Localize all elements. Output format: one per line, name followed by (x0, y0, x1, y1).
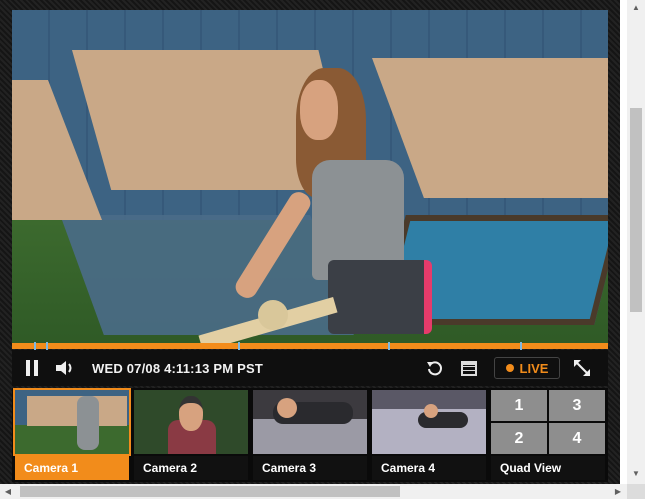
pause-icon (26, 360, 30, 376)
quad-view-tile[interactable]: 1 3 2 4 Quad View (488, 388, 605, 482)
scroll-up-icon[interactable]: ▲ (627, 0, 645, 16)
live-label: LIVE (519, 360, 549, 376)
person-shorts (328, 260, 432, 334)
progress-bar[interactable] (12, 342, 608, 350)
calendar-icon (461, 360, 477, 376)
timestamp: WED 07/08 4:11:13 PM PST (92, 360, 263, 376)
quad-cell: 3 (549, 390, 605, 421)
horizontal-scrollbar[interactable]: ◀ ▶ (0, 484, 627, 499)
camera-1-tile[interactable]: Camera 1 (12, 388, 131, 482)
fullscreen-icon (574, 360, 590, 376)
pause-button[interactable] (20, 350, 44, 386)
vertical-scroll-thumb[interactable] (630, 108, 642, 312)
vertical-scrollbar[interactable]: ▲ ▼ (627, 0, 645, 484)
camera-1-label: Camera 1 (15, 456, 129, 480)
quad-view-label: Quad View (491, 456, 605, 480)
quad-view-grid: 1 3 2 4 (491, 390, 605, 454)
quad-cell: 4 (549, 423, 605, 454)
video-player: WED 07/08 4:11:13 PM PST LIVE Camera 1 C… (0, 0, 620, 484)
camera-2-tile[interactable]: Camera 2 (131, 388, 248, 482)
scrollbar-corner (627, 484, 645, 499)
fullscreen-button[interactable] (568, 350, 596, 386)
quad-cell: 2 (491, 423, 547, 454)
volume-icon (56, 361, 72, 375)
camera-3-label: Camera 3 (253, 456, 367, 480)
camera-3-thumbnail (253, 390, 367, 454)
camera-2-thumbnail (134, 390, 248, 454)
control-bar: WED 07/08 4:11:13 PM PST LIVE (12, 350, 608, 386)
camera-1-thumbnail (13, 388, 131, 456)
camera-4-tile[interactable]: Camera 4 (369, 388, 486, 482)
video-feed[interactable] (12, 10, 608, 346)
camera-2-label: Camera 2 (134, 456, 248, 480)
progress-marker[interactable] (34, 342, 36, 350)
live-dot-icon (505, 364, 514, 372)
progress-marker[interactable] (46, 342, 48, 350)
progress-marker[interactable] (520, 342, 522, 350)
camera-4-label: Camera 4 (372, 456, 486, 480)
progress-marker[interactable] (238, 342, 240, 350)
volume-button[interactable] (52, 350, 78, 386)
replay-button[interactable] (424, 350, 446, 386)
progress-fill (12, 343, 608, 349)
progress-marker[interactable] (388, 342, 390, 350)
scroll-left-icon[interactable]: ◀ (0, 484, 16, 499)
scroll-right-icon[interactable]: ▶ (610, 484, 626, 499)
quad-cell: 1 (491, 390, 547, 421)
replay-icon (427, 361, 442, 376)
scroll-down-icon[interactable]: ▼ (627, 466, 645, 482)
camera-strip: Camera 1 Camera 2 Camera 3 Camera 4 1 3 … (12, 388, 608, 482)
camera-4-thumbnail (372, 390, 486, 454)
ball (258, 300, 288, 330)
camera-3-tile[interactable]: Camera 3 (250, 388, 367, 482)
horizontal-scroll-thumb[interactable] (20, 486, 400, 497)
calendar-button[interactable] (458, 350, 480, 386)
live-button[interactable]: LIVE (494, 357, 560, 379)
person-face (300, 80, 338, 140)
